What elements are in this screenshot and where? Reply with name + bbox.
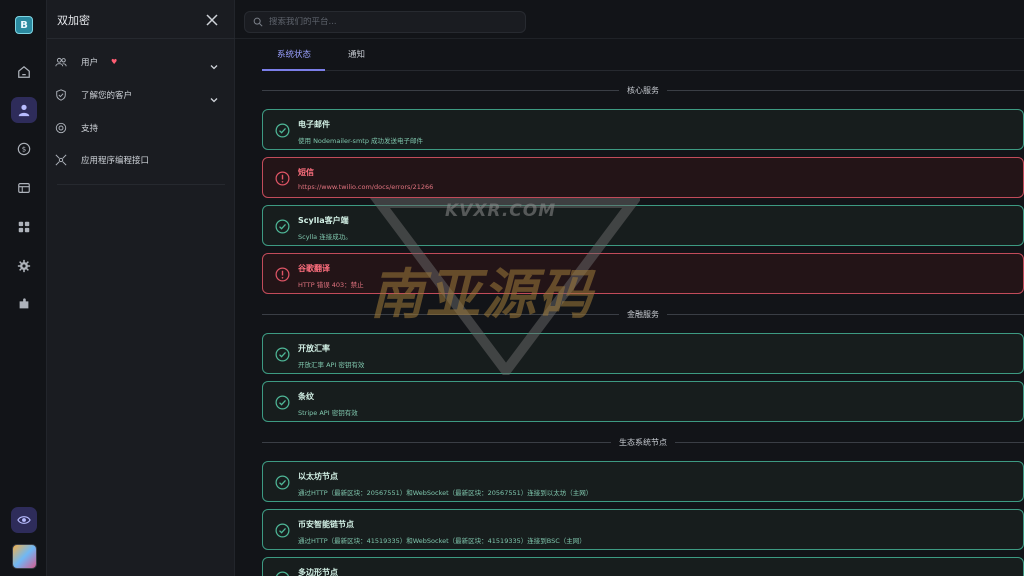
status-card-scylla[interactable]: Scylla客户端 Scylla 连接成功。 [262,205,1024,246]
gear-icon[interactable] [11,253,37,279]
status-card-stripe[interactable]: 条纹 Stripe API 密钥有效 [262,381,1024,422]
section-title: 生态系统节点 [619,437,667,447]
status-card-sms[interactable]: 短信 https://www.twilio.com/docs/errors/21… [262,157,1024,198]
card-description: 开放汇率 API 密钥有效 [298,361,365,369]
menu-item-label: 支持 [81,124,99,134]
chevron-down-icon[interactable] [209,90,219,103]
tabs-divider [262,70,1024,71]
card-title: 条纹 [298,392,314,401]
card-description: Stripe API 密钥有效 [298,409,358,417]
status-card-polygon-node[interactable]: 多边形节点 [262,557,1024,576]
card-title: Scylla客户端 [298,216,349,225]
home-icon[interactable] [11,59,37,85]
check-circle-icon [275,347,290,362]
check-circle-icon [275,523,290,538]
dollar-icon[interactable]: $ [11,136,37,162]
search-icon [253,17,263,27]
section-title: 核心服务 [627,85,659,95]
close-icon[interactable] [205,12,219,26]
alert-circle-icon [275,171,290,186]
panel-title: 双加密 [57,14,90,27]
menu-item-support[interactable]: 支持 [55,117,227,139]
status-card-open-exchange-rates[interactable]: 开放汇率 开放汇率 API 密钥有效 [262,333,1024,374]
card-description: 通过HTTP（最新区块：20567551）和WebSocket（最新区块：205… [298,489,593,497]
card-title: 多边形节点 [298,568,338,576]
section-core-services: 核心服务 [262,84,1024,96]
menu-item-users[interactable]: 用户 ♥ [55,51,227,73]
user-icon[interactable] [11,97,37,123]
card-title: 开放汇率 [298,344,330,353]
card-title: 电子邮件 [298,120,330,129]
eye-icon[interactable] [11,507,37,533]
search-bar[interactable] [244,11,526,33]
status-card-email[interactable]: 电子邮件 使用 Nodemailer-smtp 成功发送电子邮件 [262,109,1024,150]
tab-system-status[interactable]: 系统状态 [277,48,311,60]
users-icon [55,56,67,68]
card-title: 谷歌翻译 [298,264,330,273]
table-icon[interactable] [11,175,37,201]
menu-item-api[interactable]: 应用程序编程接口 [55,149,227,171]
status-card-google-translate[interactable]: 谷歌翻译 HTTP 错误 403：禁止 [262,253,1024,294]
menu-item-kyc[interactable]: 了解您的客户 [55,84,227,106]
check-circle-icon [275,395,290,410]
api-icon [55,154,67,166]
menu-item-label: 了解您的客户 [81,91,133,101]
side-panel: 双加密 用户 ♥ 了解您的客户 支持 应用程序编程接口 [47,0,235,576]
check-circle-icon [275,219,290,234]
menu-item-label: 应用程序编程接口 [81,156,150,166]
section-ecosystem-nodes: 生态系统节点 [262,436,1024,448]
section-financial-services: 金融服务 [262,308,1024,320]
app-logo[interactable]: B [15,16,33,34]
card-description: HTTP 错误 403：禁止 [298,281,364,289]
card-title: 币安智能链节点 [298,520,354,529]
card-description: Scylla 连接成功。 [298,233,352,241]
check-circle-icon [275,571,290,576]
lifebuoy-icon [55,122,67,134]
card-description: https://www.twilio.com/docs/errors/21266 [298,183,434,191]
svg-text:$: $ [22,146,26,154]
search-input[interactable] [269,17,525,27]
status-card-bsc-node[interactable]: 币安智能链节点 通过HTTP（最新区块：41519335）和WebSocket（… [262,509,1024,550]
grid-icon[interactable] [11,214,37,240]
divider [57,184,225,185]
divider [235,38,1024,39]
card-title: 短信 [298,168,314,177]
divider [47,38,235,39]
card-description: 使用 Nodemailer-smtp 成功发送电子邮件 [298,137,424,145]
check-circle-icon [275,475,290,490]
menu-item-label: 用户 [81,58,99,68]
status-card-ethereum-node[interactable]: 以太坊节点 通过HTTP（最新区块：20567551）和WebSocket（最新… [262,461,1024,502]
icon-rail: B $ [0,0,47,576]
tab-notifications[interactable]: 通知 [348,48,365,60]
main-content: 系统状态 通知 核心服务 电子邮件 使用 Nodemailer-smtp 成功发… [235,0,1024,576]
puzzle-icon[interactable] [11,291,37,317]
check-circle-icon [275,123,290,138]
avatar[interactable] [12,544,37,569]
shield-icon [55,89,67,101]
alert-circle-icon [275,267,290,282]
card-description: 通过HTTP（最新区块：41519335）和WebSocket（最新区块：415… [298,537,586,545]
chevron-down-icon[interactable] [209,57,219,70]
heart-icon: ♥ [111,58,118,66]
section-title: 金融服务 [627,309,659,319]
active-tab-indicator [262,69,325,71]
card-title: 以太坊节点 [298,472,338,481]
